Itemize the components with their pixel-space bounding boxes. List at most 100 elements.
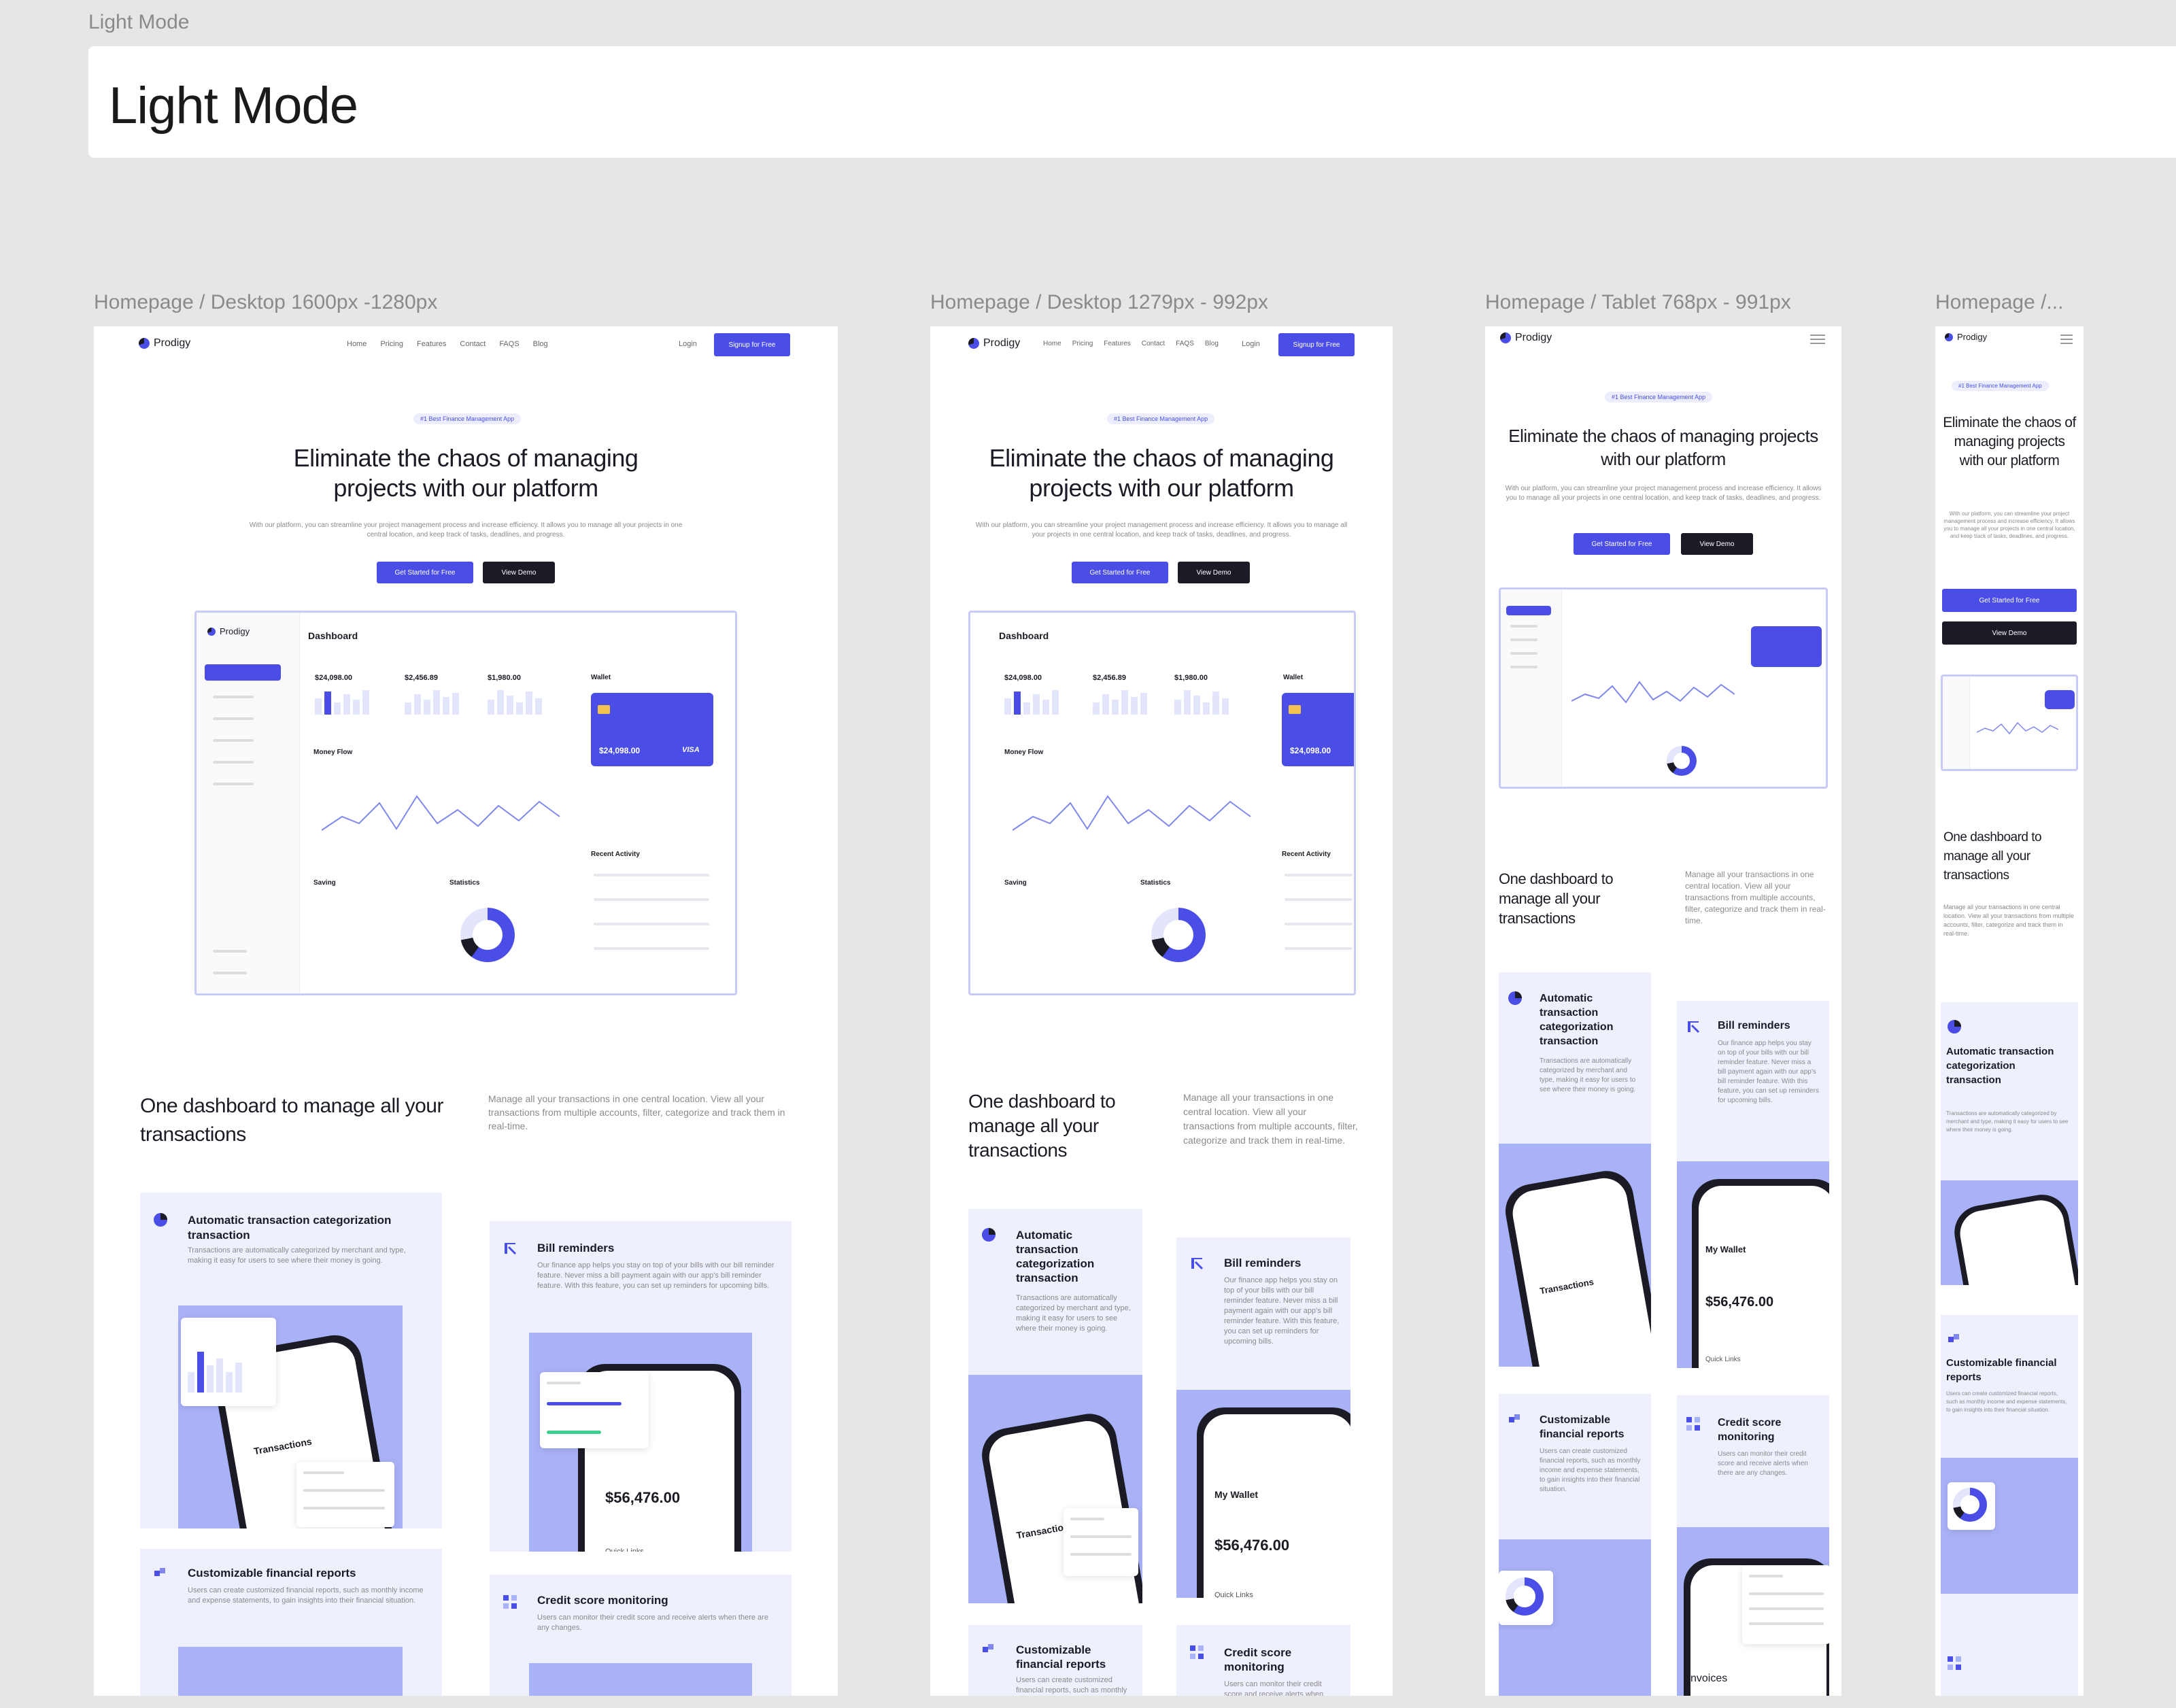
logo-icon [1500,332,1511,343]
feature-card-bill-reminders[interactable]: Bill reminders Our finance app helps you… [1176,1237,1350,1598]
sidebar-item-dashboard [205,664,281,681]
nav-home[interactable]: Home [1043,340,1061,347]
dashboard-preview: Dashboard $24,098.00 $2,456.89 $1,980.00… [968,611,1356,995]
sidebar-item [213,783,254,785]
feature-description: Our finance app helps you stay on top of… [1718,1040,1819,1104]
frame-mobile[interactable]: Prodigy #1 Best Finance Management App E… [1935,326,2084,1696]
feature-card-categorization[interactable]: Automatic transaction categorization tra… [1499,972,1651,1367]
feature-description: Transactions are automatically categoriz… [1540,1057,1636,1093]
hero-title: Eliminate the chaos of managing projects… [293,444,639,502]
frame-label-desktop-small[interactable]: Homepage / Desktop 1279px - 992px [930,291,1268,314]
section-description: Manage all your transactions in one cent… [488,1093,785,1131]
money-flow-line-chart [1013,795,1251,831]
get-started-button[interactable]: Get Started for Free [1942,589,2077,612]
nav-blog[interactable]: Blog [1205,340,1219,347]
nav-contact[interactable]: Contact [1142,340,1165,347]
feature-card-categorization[interactable]: Automatic transaction categorization tra… [140,1193,442,1528]
signup-button[interactable]: Signup for Free [714,333,790,356]
hero-title: Eliminate the chaos of managing projects… [989,444,1334,502]
grid-icon [1948,1656,1961,1670]
frame-desktop-large[interactable]: Prodigy Home Pricing Features Contact FA… [94,326,838,1696]
site-logo[interactable]: Prodigy [1945,332,1987,342]
view-demo-button[interactable]: View Demo [1942,621,2077,645]
feature-card-reports[interactable]: Customizable financial reports Users can… [1499,1394,1651,1696]
logo-icon [207,627,216,636]
stat-bars [315,687,369,715]
feature-description: Users can create customized financial re… [188,1586,424,1605]
section-title: One dashboard to manage all your transac… [968,1091,1116,1161]
hero-subtitle: With our platform, you can streamline yo… [1943,511,2075,539]
feature-card-categorization[interactable]: Automatic transaction categorization tra… [1941,1002,2078,1285]
feature-card-bill-reminders[interactable]: Bill reminders Our finance app helps you… [490,1221,792,1552]
get-started-button[interactable]: Get Started for Free [1574,533,1670,555]
nav-pricing[interactable]: Pricing [380,340,403,348]
feature-card-credit-score[interactable]: Credit score monitoring Users can monito… [1176,1625,1350,1696]
feature-title: Automatic transaction categorization tra… [188,1214,392,1242]
feature-description: Transactions are automatically categoriz… [1946,1110,2069,1133]
pie-chart-icon [982,1228,996,1242]
nav-faqs[interactable]: FAQS [499,340,519,348]
activity-row [594,874,709,876]
get-started-button[interactable]: Get Started for Free [1072,562,1168,583]
activity-row [594,898,709,901]
logo-icon [1945,332,1953,341]
saving-title: Saving [313,879,336,887]
feature-description: Users can monitor their credit score and… [1718,1450,1808,1477]
stat-business: $24,098.00 [308,660,390,721]
site-logo[interactable]: Prodigy [139,337,190,349]
feature-title: Automatic transaction categorization tra… [1946,1046,2054,1086]
section-title: One dashboard to manage all your transac… [140,1095,443,1146]
wallet-title: Wallet [591,674,611,681]
get-started-button[interactable]: Get Started for Free [377,562,473,583]
hero-subtitle: With our platform, you can streamline yo… [975,522,1348,539]
nav-pricing[interactable]: Pricing [1072,340,1093,347]
view-demo-button[interactable]: View Demo [1178,562,1250,583]
view-demo-button[interactable]: View Demo [1681,533,1753,555]
feature-title: Customizable financial reports [1540,1414,1625,1440]
report-icon [1509,1414,1520,1422]
menu-icon[interactable] [1810,335,1825,344]
feature-card-credit-score[interactable]: Credit score monitoring Users can monito… [490,1575,792,1696]
frame-desktop-small[interactable]: Prodigy Home Pricing Features Contact FA… [930,326,1393,1696]
site-nav: Home Pricing Features Contact FAQS Blog [1043,340,1219,347]
feature-description: Users can create customized financial re… [1540,1448,1641,1493]
menu-icon[interactable] [2060,335,2073,344]
section-description: Manage all your transactions in one cent… [1943,904,2074,937]
feature-card-categorization[interactable]: Automatic transaction categorization tra… [968,1209,1142,1603]
signup-button[interactable]: Signup for Free [1278,333,1355,356]
feature-card-reports[interactable]: Customizable financial reports Users can… [1941,1315,2078,1696]
feature-card-reports[interactable]: Customizable financial reports Users can… [968,1625,1142,1696]
site-logo[interactable]: Prodigy [968,337,1020,349]
frame-tablet[interactable]: Prodigy #1 Best Finance Management App E… [1485,326,1841,1696]
site-nav: Home Pricing Features Contact FAQS Blog [347,340,548,348]
feature-card-reports[interactable]: Customizable financial reports Users can… [140,1549,442,1696]
section-description: Manage all your transactions in one cent… [1183,1092,1358,1146]
login-link[interactable]: Login [1242,340,1260,348]
dashboard-preview [1499,587,1828,789]
nav-features[interactable]: Features [1104,340,1130,347]
nav-blog[interactable]: Blog [533,340,548,348]
money-flow-line-chart [1977,721,2058,735]
feature-title: Bill reminders [1718,1020,1790,1031]
nav-home[interactable]: Home [347,340,367,348]
feature-description: Our finance app helps you stay on top of… [1224,1276,1340,1346]
feature-title: Credit score monitoring [1224,1646,1292,1673]
view-demo-button[interactable]: View Demo [483,562,555,583]
feature-title: Customizable financial reports [1016,1643,1106,1671]
section-description: Manage all your transactions in one cent… [1685,870,1826,925]
login-link[interactable]: Login [679,340,697,348]
section-label: Light Mode [88,11,190,33]
stat-bars [405,687,459,715]
recent-activity-title: Recent Activity [1282,851,1331,858]
frame-label-desktop-large[interactable]: Homepage / Desktop 1600px -1280px [94,291,437,314]
nav-features[interactable]: Features [417,340,446,348]
section-title: One dashboard to manage all your transac… [1943,830,2042,883]
site-logo[interactable]: Prodigy [1500,332,1552,344]
feature-card-credit-score[interactable]: Credit score monitoring Users can monito… [1677,1395,1829,1696]
frame-label-tablet[interactable]: Homepage / Tablet 768px - 991px [1485,291,1791,314]
frame-label-mobile[interactable]: Homepage /... [1935,291,2063,314]
nav-contact[interactable]: Contact [460,340,486,348]
feature-card-bill-reminders[interactable]: Bill reminders Our finance app helps you… [1677,1001,1829,1368]
hero-pill: #1 Best Finance Management App [1107,413,1215,424]
nav-faqs[interactable]: FAQS [1176,340,1194,347]
